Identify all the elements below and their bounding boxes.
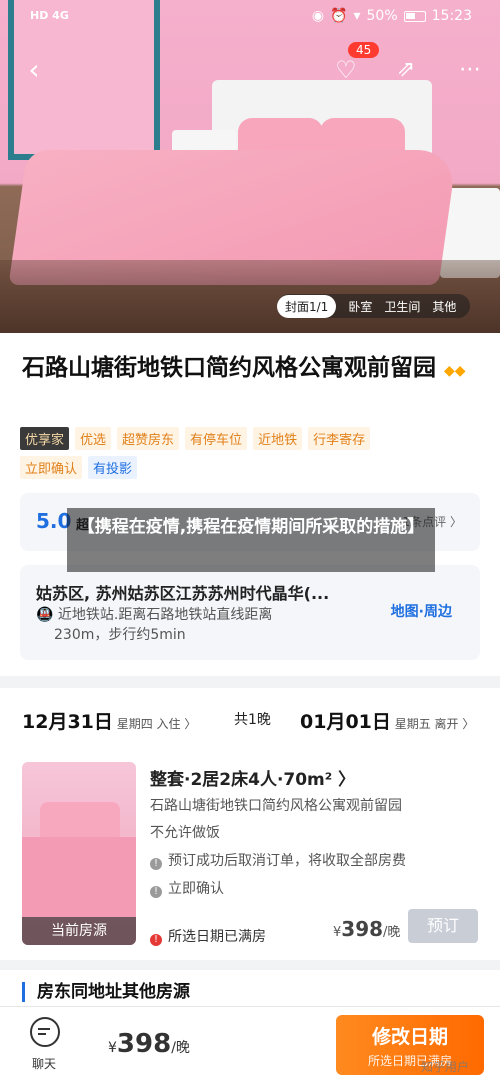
battery-icon — [403, 10, 426, 22]
listing-name: 石路山塘街地铁口简约风格公寓观前留园 — [22, 355, 436, 381]
tag: 优选 — [75, 427, 112, 450]
tag: 超赞房东 — [117, 427, 180, 450]
status-bar: HD 4G ◉ ⏰ ▾ 50% 15:23 — [0, 0, 500, 34]
info-icon: ! — [150, 886, 162, 898]
room-photo-bed — [22, 837, 136, 917]
share-icon[interactable]: ⇗ — [388, 52, 424, 88]
nights-count: 共1晚 — [234, 712, 271, 728]
room-thumbnail[interactable]: 当前房源 — [22, 762, 136, 945]
tab-cover[interactable]: 封面1/1 — [277, 294, 337, 318]
favorites-badge: 45 — [348, 42, 380, 58]
price-value: 398 — [341, 917, 384, 941]
checkin-sub: 星期四 入住 〉 — [116, 717, 197, 731]
tag-row: 立即确认 有投影 — [20, 456, 480, 479]
info-icon: ! — [150, 858, 162, 870]
alarm-icon: ⏰ — [330, 8, 348, 24]
tag: 近地铁 — [253, 427, 303, 450]
address-text: 姑苏区, 苏州姑苏区江苏苏州时代晶华(... — [36, 584, 330, 603]
address-box[interactable]: 姑苏区, 苏州姑苏区江苏苏州时代晶华(... 🚇 近地铁站.距离石路地铁站直线距… — [20, 565, 480, 660]
tab-bedroom[interactable]: 卧室 — [348, 298, 372, 315]
map-nearby-link[interactable]: 地图·周边 — [391, 601, 452, 621]
clock: 15:23 — [431, 8, 472, 24]
source-watermark: 知乎用户 — [421, 1060, 470, 1074]
room-description: 石路山塘街地铁口简约风格公寓观前留园 — [150, 798, 402, 814]
change-dates-label: 修改日期 — [371, 1026, 448, 1048]
network-indicator: HD 4G — [30, 9, 69, 22]
hero-photo[interactable] — [0, 0, 500, 333]
price-unit: /晚 — [383, 925, 401, 940]
price-value: 398 — [116, 1029, 172, 1059]
other-listings-title: 房东同地址其他房源 — [22, 982, 190, 1002]
chat-label[interactable]: 聊天 — [32, 1055, 56, 1072]
fully-booked-notice: ! 所选日期已满房 — [150, 926, 266, 946]
room-price: ¥398/晚 — [333, 917, 400, 941]
room-type[interactable]: 整套·2居2床4人·70m² 〉 — [150, 765, 355, 790]
transit-line: 230m，步行约5min — [54, 627, 186, 643]
transit-info: 🚇 近地铁站.距离石路地铁站直线距离 230m，步行约5min — [36, 605, 272, 645]
checkout-date[interactable]: 01月01日 — [300, 711, 391, 733]
subway-icon: 🚇 — [36, 607, 54, 623]
tag: 优享家 — [20, 427, 70, 450]
signal-icon: ▾ — [353, 8, 361, 24]
warning-icon: ! — [150, 934, 162, 946]
cancel-policy: ! 预订成功后取消订单，将收取全部房费 — [150, 850, 406, 870]
chat-icon[interactable] — [30, 1017, 60, 1047]
tag: 有投影 — [88, 456, 138, 479]
diamond-rating-icon: ◆◆ — [444, 363, 466, 379]
eye-icon: ◉ — [311, 8, 325, 24]
photo-category-tabs: 封面1/1 卧室 卫生间 其他 — [277, 294, 471, 318]
cancel-policy-text: 预订成功后取消订单，将收取全部房费 — [168, 853, 406, 869]
tag: 立即确认 — [20, 456, 83, 479]
date-selector[interactable]: 12月31日 星期四 入住 〉 共1晚 01月01日 星期五 离开 〉 — [22, 707, 482, 733]
checkin-date[interactable]: 12月31日 — [22, 711, 113, 733]
more-icon[interactable]: ⋯ — [452, 52, 488, 88]
current-listing-label: 当前房源 — [22, 917, 136, 945]
book-button[interactable]: 预订 — [408, 909, 478, 943]
room-photo-pillow — [40, 802, 120, 842]
room-note: 不允许做饭 — [150, 825, 220, 841]
currency-symbol: ¥ — [108, 1040, 117, 1056]
tag-row: 优享家 优选 超赞房东 有停车位 近地铁 行李寄存 — [20, 427, 480, 450]
section-divider — [0, 676, 500, 688]
tab-bathroom[interactable]: 卫生间 — [384, 298, 420, 315]
checkout-sub: 星期五 离开 〉 — [394, 717, 475, 731]
back-icon[interactable]: ‹ — [16, 52, 52, 88]
listing-title: 石路山塘街地铁口简约风格公寓观前留园 ◆◆ — [22, 352, 472, 388]
instant-confirm-text: 立即确认 — [168, 881, 224, 897]
tag: 有停车位 — [185, 427, 248, 450]
chat-icon-line — [38, 1028, 50, 1030]
overlay-caption: 【携程在疫情,携程在疫情期间所采取的措施】 — [67, 508, 435, 572]
instant-confirm: ! 立即确认 — [150, 878, 224, 898]
battery-percent: 50% — [366, 8, 398, 24]
transit-line: 近地铁站.距离石路地铁站直线距离 — [57, 607, 273, 623]
tag: 行李寄存 — [308, 427, 371, 450]
tab-other[interactable]: 其他 — [432, 298, 456, 315]
chat-icon-line — [38, 1033, 46, 1035]
price-unit: /晚 — [171, 1040, 190, 1056]
fully-booked-text: 所选日期已满房 — [168, 929, 266, 945]
bottom-price: ¥398/晚 — [108, 1029, 190, 1059]
